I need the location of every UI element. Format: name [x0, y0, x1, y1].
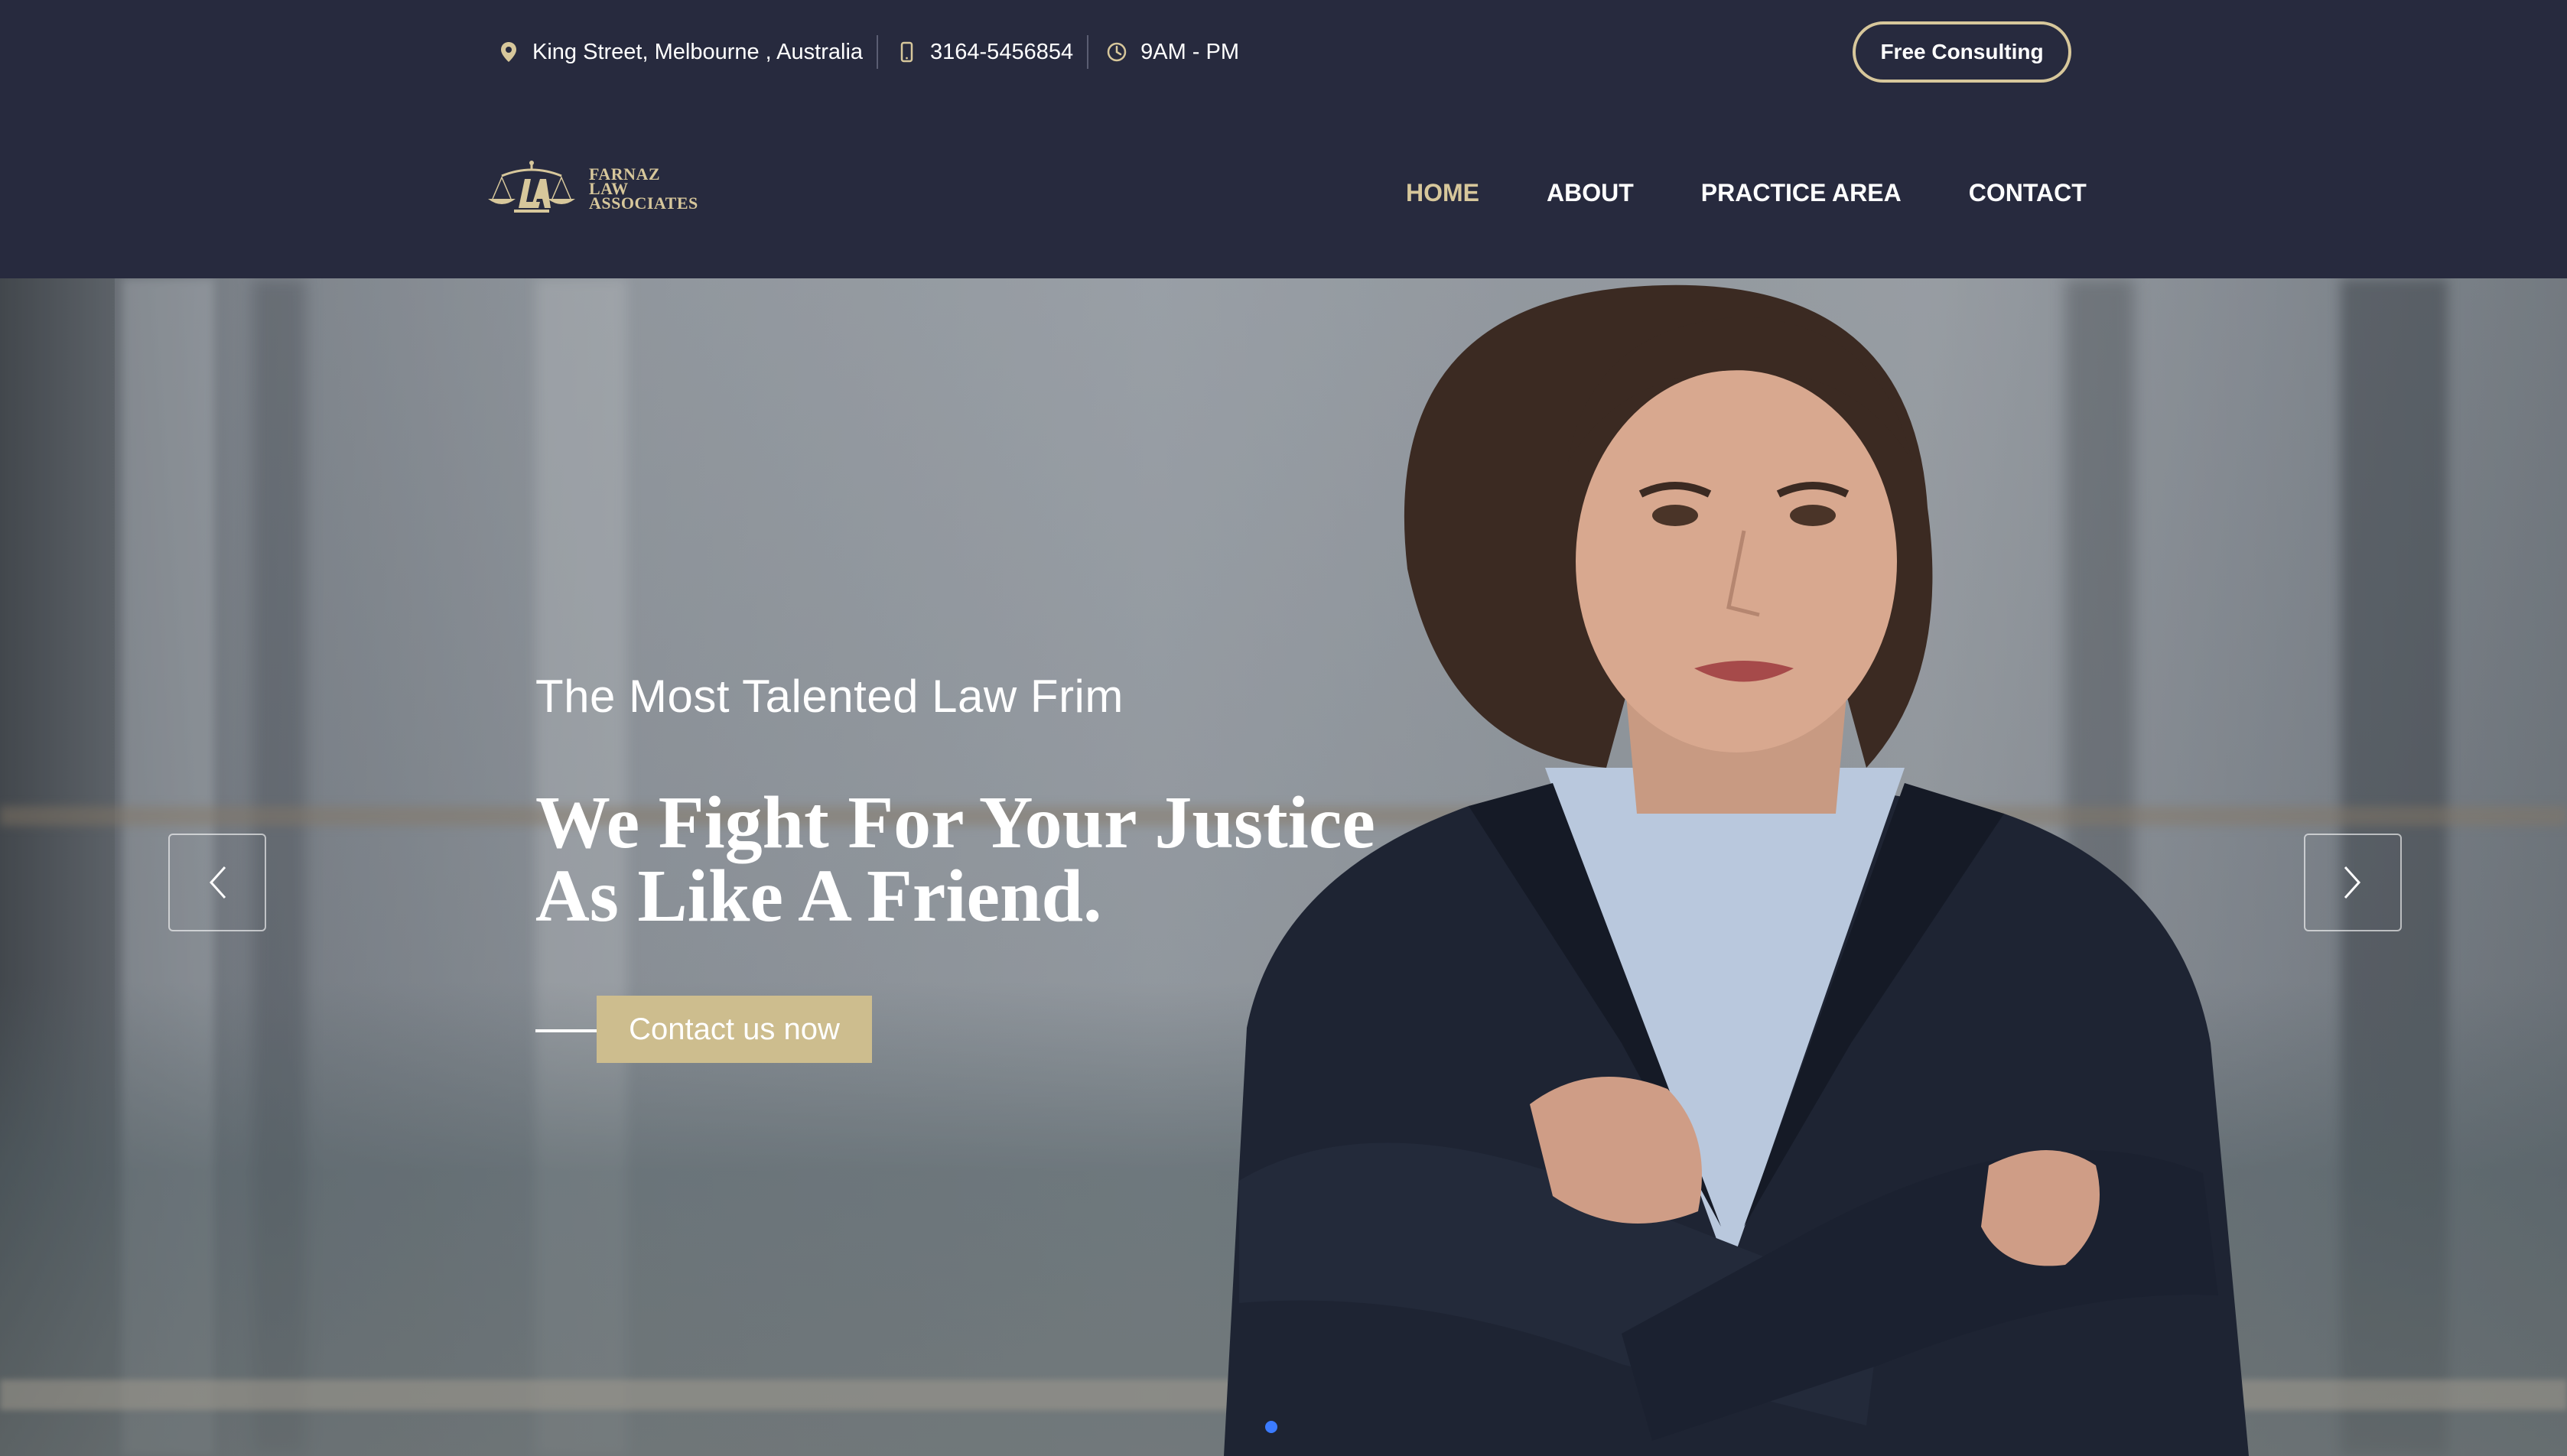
address-text: King Street, Melbourne , Australia — [532, 39, 864, 64]
hero-title-line-1: We Fight For Your Justice — [535, 782, 1375, 864]
phone-icon — [895, 41, 918, 63]
logo[interactable]: FARNAZ LAW ASSOCIATES — [480, 158, 714, 219]
slider-prev-button[interactable] — [168, 834, 266, 931]
hours-text: 9AM - PM — [1140, 39, 1239, 64]
divider — [877, 35, 879, 69]
nav-item-practice-area[interactable]: PRACTICE AREA — [1701, 179, 1902, 207]
chevron-left-icon — [209, 866, 226, 899]
divider — [1087, 35, 1089, 69]
nav-item-contact[interactable]: CONTACT — [1969, 179, 2087, 207]
contact-us-button[interactable]: Contact us now — [597, 996, 872, 1063]
chevron-right-icon — [2344, 866, 2361, 899]
nav-item-about[interactable]: ABOUT — [1547, 179, 1634, 207]
nav-item-home[interactable]: HOME — [1406, 179, 1479, 207]
free-consulting-button[interactable]: Free Consulting — [1853, 21, 2071, 83]
logo-line-3: ASSOCIATES — [589, 193, 698, 213]
hero-subtitle: The Most Talented Law Frim — [535, 671, 1124, 722]
slider-next-button[interactable] — [2304, 834, 2402, 931]
top-info-bar: King Street, Melbourne , Australia 3164-… — [497, 21, 1239, 83]
logo-text: FARNAZ LAW ASSOCIATES — [589, 165, 698, 213]
phone-text: 3164-5456854 — [930, 39, 1074, 64]
address-item: King Street, Melbourne , Australia — [497, 35, 863, 69]
page: King Street, Melbourne , Australia 3164-… — [0, 0, 2567, 1456]
phone-item[interactable]: 3164-5456854 — [895, 35, 1073, 69]
main-nav: HOME ABOUT PRACTICE AREA CONTACT — [1406, 170, 2087, 216]
scales-of-justice-icon — [488, 161, 575, 213]
site-header: King Street, Melbourne , Australia 3164-… — [0, 0, 2567, 278]
clock-icon — [1105, 41, 1128, 63]
location-pin-icon — [497, 41, 520, 63]
slider-dot-active[interactable] — [1265, 1421, 1277, 1433]
hours-item: 9AM - PM — [1105, 35, 1239, 69]
hero-title-line-2: As Like A Friend. — [535, 855, 1102, 938]
hero-title: We Fight For Your Justice As Like A Frie… — [535, 782, 1415, 938]
hero-slider: The Most Talented Law Frim We Fight For … — [0, 278, 2567, 1456]
